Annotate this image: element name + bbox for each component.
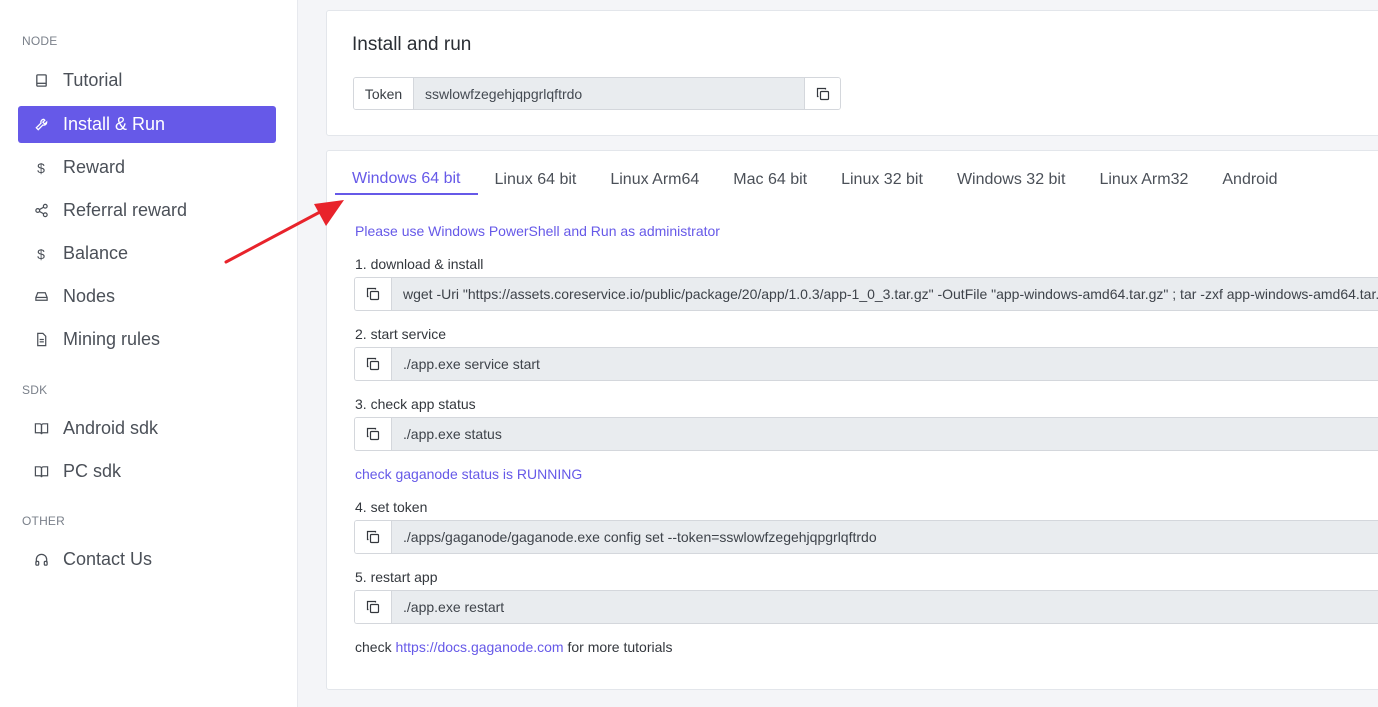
- copy-command-button[interactable]: [355, 348, 392, 380]
- open-book-icon: [33, 464, 49, 480]
- tab-linux-arm64[interactable]: Linux Arm64: [593, 165, 716, 194]
- command-group-restart: ./app.exe restart: [354, 590, 1378, 624]
- step-label: 4. set token: [355, 499, 428, 515]
- dollar-icon: $: [37, 245, 45, 262]
- status-hint: check gaganode status is RUNNING: [355, 466, 583, 482]
- sidebar-item-label: Contact Us: [63, 549, 153, 569]
- tab-linux-arm32[interactable]: Linux Arm32: [1082, 165, 1205, 194]
- docs-footer: check https://docs.gaganode.com for more…: [355, 639, 673, 655]
- sidebar-item-nodes[interactable]: Nodes: [18, 278, 276, 315]
- tab-mac-64[interactable]: Mac 64 bit: [716, 165, 824, 194]
- section-label-node: NODE: [22, 34, 58, 48]
- sidebar-item-label: Referral reward: [63, 200, 188, 220]
- copy-icon: [366, 357, 380, 371]
- copy-command-button[interactable]: [355, 521, 392, 553]
- footer-suffix: for more tutorials: [567, 639, 673, 655]
- command-text[interactable]: ./app.exe restart: [392, 591, 1378, 623]
- sidebar-item-label: Android sdk: [63, 418, 159, 438]
- tab-windows-64[interactable]: Windows 64 bit: [335, 165, 478, 195]
- step-label: 1. download & install: [355, 256, 484, 272]
- book-icon: [33, 73, 49, 89]
- token-value[interactable]: sswlowfzegehjqpgrlqftrdo: [414, 78, 804, 109]
- document-icon: [33, 332, 49, 348]
- command-text[interactable]: wget -Uri "https://assets.coreservice.io…: [392, 278, 1378, 310]
- sidebar-item-label: Tutorial: [63, 70, 123, 90]
- command-group-download: wget -Uri "https://assets.coreservice.io…: [354, 277, 1378, 311]
- powershell-hint: Please use Windows PowerShell and Run as…: [355, 223, 720, 239]
- step-label: 2. start service: [355, 326, 447, 342]
- step-label: 5. restart app: [355, 569, 438, 585]
- tab-linux-32[interactable]: Linux 32 bit: [824, 165, 940, 194]
- open-book-icon: [33, 421, 49, 437]
- docs-link[interactable]: https://docs.gaganode.com: [395, 639, 563, 655]
- sidebar-item-install-run[interactable]: Install & Run: [18, 106, 276, 143]
- sidebar-item-label: Balance: [63, 243, 129, 263]
- copy-icon: [366, 427, 380, 441]
- hard-drive-icon: [33, 289, 49, 305]
- sidebar-item-label: Install & Run: [63, 114, 166, 134]
- instructions-card: Windows 64 bit Linux 64 bit Linux Arm64 …: [326, 150, 1378, 690]
- sidebar-item-tutorial[interactable]: Tutorial: [18, 62, 276, 99]
- command-text[interactable]: ./apps/gaganode/gaganode.exe config set …: [392, 521, 1378, 553]
- step-label: 3. check app status: [355, 396, 476, 412]
- token-field-group: Token sswlowfzegehjqpgrlqftrdo: [353, 77, 841, 110]
- app-root: NODE Tutorial Install & Run $ Reward Ref…: [0, 0, 1378, 707]
- sidebar-item-label: Nodes: [63, 286, 116, 306]
- command-text[interactable]: ./app.exe status: [392, 418, 1378, 450]
- section-label-other: OTHER: [22, 514, 65, 528]
- os-tabs: Windows 64 bit Linux 64 bit Linux Arm64 …: [335, 165, 1295, 195]
- tab-android[interactable]: Android: [1205, 165, 1294, 194]
- wrench-icon: [33, 117, 49, 133]
- sidebar-item-mining-rules[interactable]: Mining rules: [18, 321, 276, 358]
- sidebar-item-reward[interactable]: $ Reward: [18, 149, 276, 186]
- copy-token-button[interactable]: [804, 78, 840, 109]
- copy-icon: [366, 530, 380, 544]
- copy-command-button[interactable]: [355, 591, 392, 623]
- command-group-check-status: ./app.exe status: [354, 417, 1378, 451]
- copy-icon: [366, 287, 380, 301]
- copy-icon: [816, 87, 829, 100]
- sidebar: NODE Tutorial Install & Run $ Reward Ref…: [0, 0, 298, 707]
- headphones-icon: [33, 552, 49, 568]
- dollar-icon: $: [37, 159, 45, 176]
- command-text[interactable]: ./app.exe service start: [392, 348, 1378, 380]
- token-label: Token: [354, 78, 414, 109]
- command-group-set-token: ./apps/gaganode/gaganode.exe config set …: [354, 520, 1378, 554]
- copy-command-button[interactable]: [355, 278, 392, 310]
- sidebar-item-android-sdk[interactable]: Android sdk: [18, 410, 276, 447]
- sidebar-item-label: Reward: [63, 157, 126, 177]
- sidebar-item-label: Mining rules: [63, 329, 161, 349]
- copy-icon: [366, 600, 380, 614]
- section-label-sdk: SDK: [22, 383, 48, 397]
- sidebar-item-label: PC sdk: [63, 461, 122, 481]
- sidebar-item-pc-sdk[interactable]: PC sdk: [18, 453, 276, 490]
- tab-linux-64[interactable]: Linux 64 bit: [478, 165, 594, 194]
- card-title: Install and run: [352, 34, 472, 55]
- tab-windows-32[interactable]: Windows 32 bit: [940, 165, 1083, 194]
- sidebar-item-contact-us[interactable]: Contact Us: [18, 541, 276, 578]
- footer-prefix: check: [355, 639, 392, 655]
- annotation-arrow: [224, 200, 344, 264]
- install-card: Install and run Token sswlowfzegehjqpgrl…: [326, 10, 1378, 136]
- share-icon: [33, 203, 49, 219]
- command-group-start-service: ./app.exe service start: [354, 347, 1378, 381]
- copy-command-button[interactable]: [355, 418, 392, 450]
